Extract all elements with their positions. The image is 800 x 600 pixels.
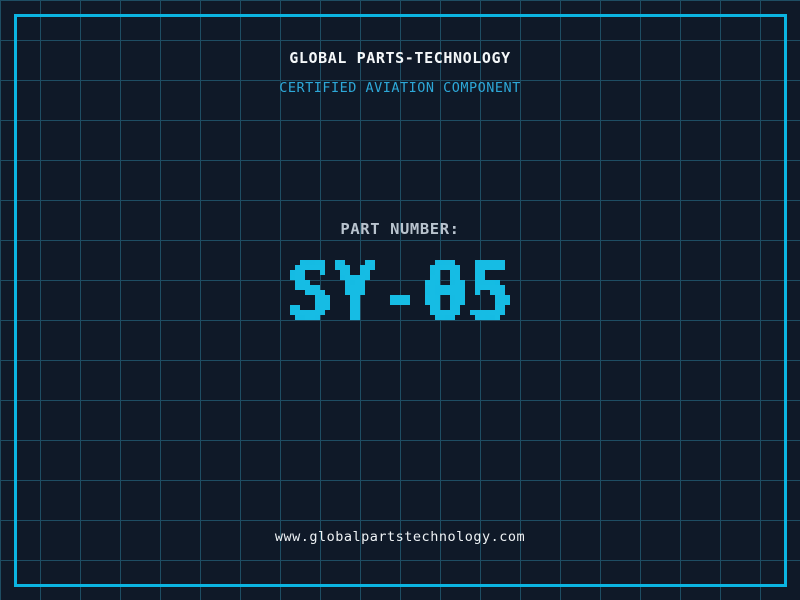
company-title: GLOBAL PARTS-TECHNOLOGY (289, 49, 511, 67)
certificate-page: GLOBAL PARTS-TECHNOLOGY CERTIFIED AVIATI… (0, 0, 800, 600)
website-url: www.globalpartstechnology.com (274, 529, 526, 545)
part-number-label: PART NUMBER: (340, 220, 460, 238)
certification-subtitle: CERTIFIED AVIATION COMPONENT (279, 80, 521, 96)
part-number-display: SY-05 (240, 250, 560, 340)
